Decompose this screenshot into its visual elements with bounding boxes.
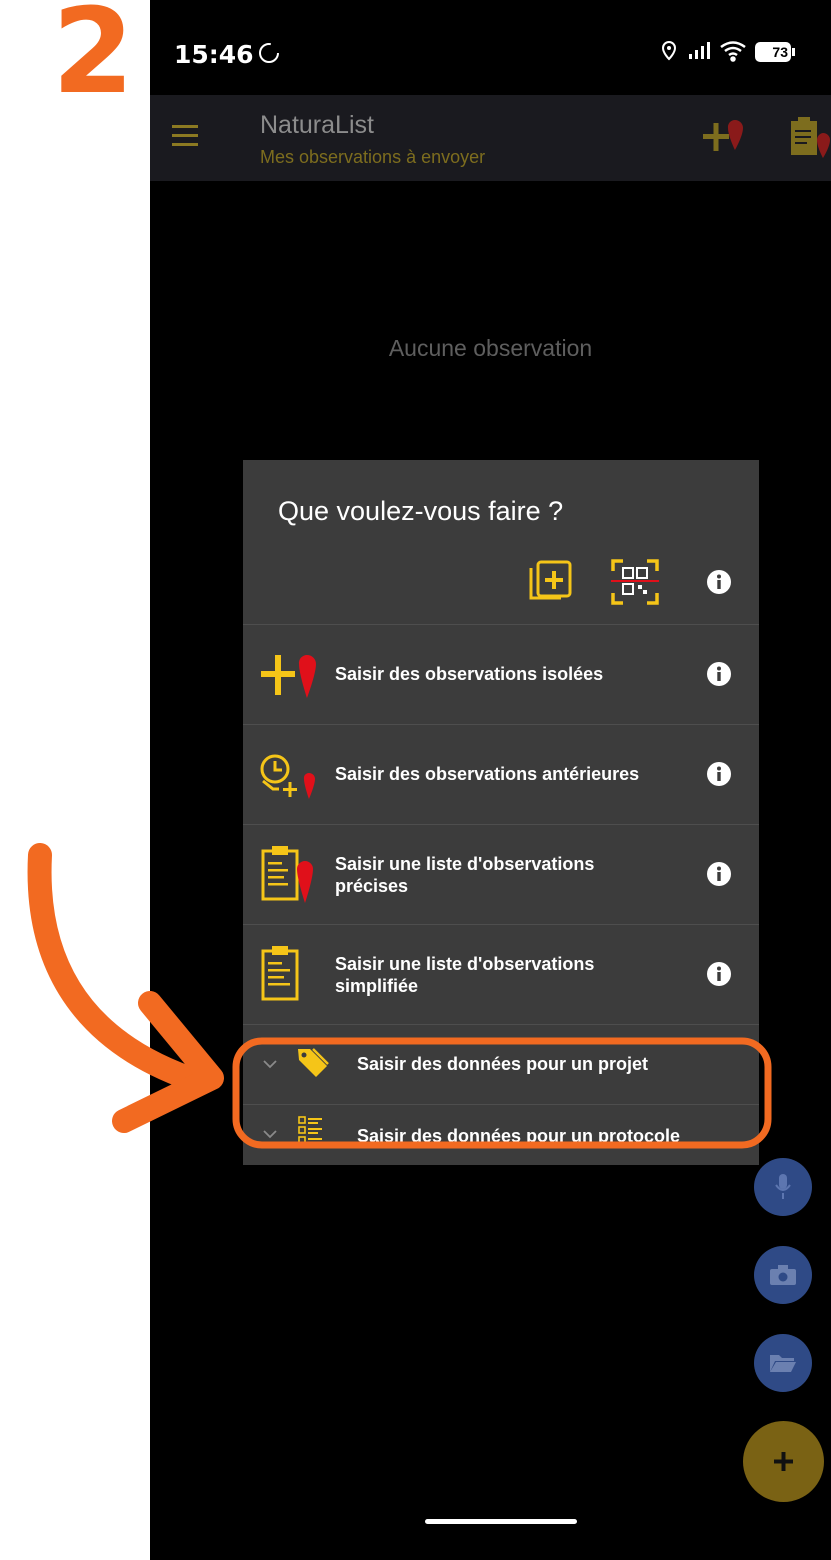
tutorial-annotations bbox=[27, 843, 772, 1149]
highlight-outline bbox=[232, 1037, 772, 1149]
